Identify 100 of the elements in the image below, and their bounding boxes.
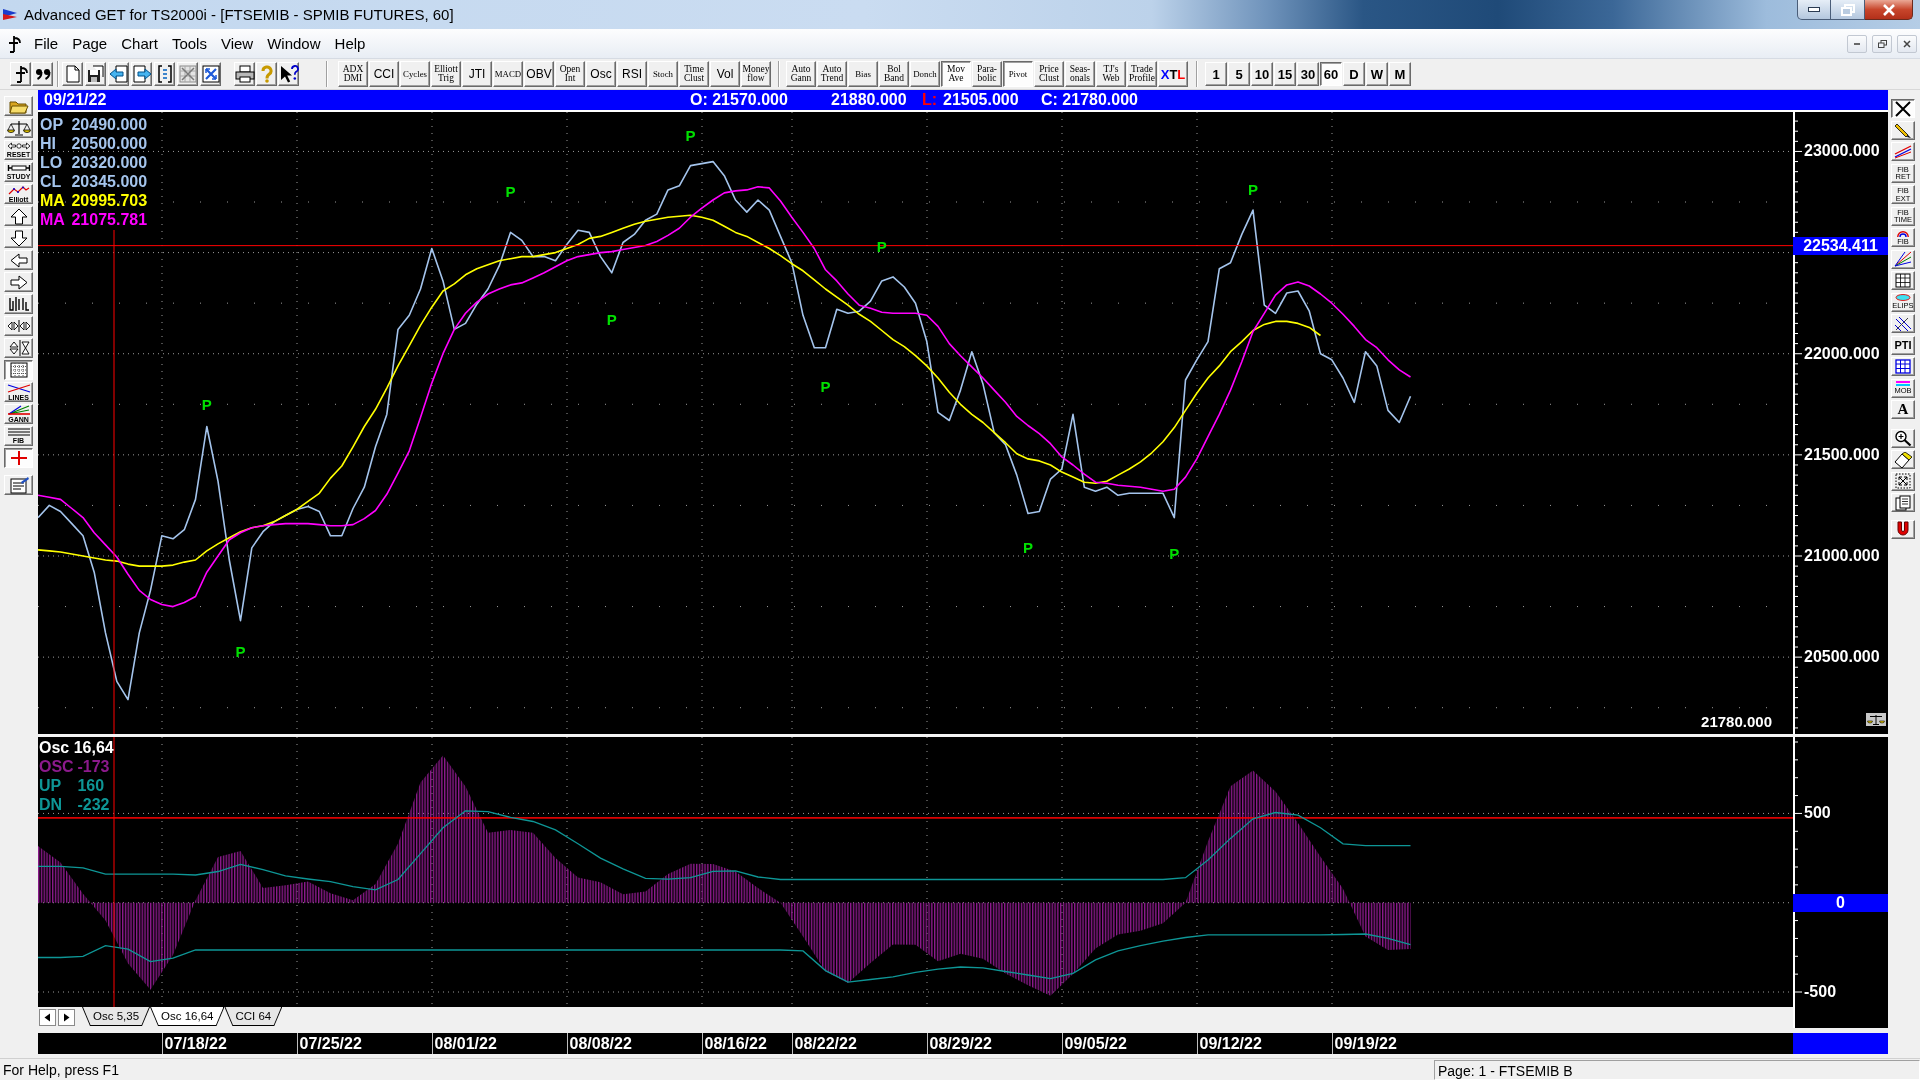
- indicator-button[interactable]: JTI: [462, 61, 492, 87]
- context-help-icon: [278, 65, 299, 83]
- tab[interactable]: Osc 16,64: [150, 1007, 225, 1026]
- legend-reading: MA 20995.703: [40, 191, 148, 210]
- maximize-button[interactable]: [1831, 0, 1865, 20]
- overlay-button[interactable]: Trade Profile: [1127, 61, 1157, 87]
- left-triangle-icon: [44, 1013, 51, 1022]
- horizontal-lines-icon: [6, 428, 31, 436]
- menu-item[interactable]: File: [27, 35, 66, 52]
- timeframe-button[interactable]: 5: [1228, 62, 1250, 86]
- scroll-left-button[interactable]: [39, 1009, 56, 1026]
- overlay-button[interactable]: Seas- onals: [1065, 61, 1095, 87]
- menu-item[interactable]: Tools: [164, 35, 214, 52]
- indicator-button[interactable]: OBV: [524, 61, 554, 87]
- last-price-value: 21780.000: [1701, 713, 1772, 731]
- toolbar-button[interactable]: [108, 62, 129, 86]
- legend-reading: LO 20320.000: [40, 153, 148, 172]
- high-price: 21880.000: [831, 90, 908, 110]
- timeframe-button[interactable]: M: [1389, 62, 1411, 86]
- overlay-button[interactable]: Pivot: [1003, 61, 1033, 87]
- restore-button[interactable]: [1872, 34, 1892, 53]
- timeframe-button[interactable]: 30: [1297, 62, 1319, 86]
- overlay-button[interactable]: Auto Trend: [817, 61, 847, 87]
- magnet-icon: [1895, 520, 1911, 538]
- timeframe-button[interactable]: W: [1366, 62, 1388, 86]
- minimize-button[interactable]: [1797, 0, 1831, 20]
- overlay-button[interactable]: Auto Gann: [786, 61, 816, 87]
- page-bracket-icon: [156, 65, 173, 83]
- indicator-button[interactable]: Vol: [710, 61, 740, 87]
- menu-item[interactable]: Help: [327, 35, 373, 52]
- indicator-button[interactable]: MACD: [493, 61, 523, 87]
- toolbar-button[interactable]: [154, 62, 175, 86]
- indicator-button[interactable]: Stoch: [648, 61, 678, 87]
- overlay-button[interactable]: Donch: [910, 61, 940, 87]
- menu-item[interactable]: View: [213, 35, 261, 52]
- scroll-right-button[interactable]: [58, 1009, 75, 1026]
- close-icon: [1881, 3, 1896, 16]
- legend-reading: OP 20490.000: [40, 115, 148, 134]
- indicator-button[interactable]: CCI: [369, 61, 399, 87]
- oscillator-reading: OSC -173: [39, 757, 110, 776]
- indicator-button[interactable]: Osc: [586, 61, 616, 87]
- tool-button[interactable]: [4, 360, 33, 380]
- date-label: 08/22/22: [791, 1033, 860, 1054]
- menu-item[interactable]: Window: [260, 35, 328, 52]
- color-bars-icon: [1896, 381, 1910, 386]
- overlay-button[interactable]: Bias: [848, 61, 878, 87]
- indicator-button[interactable]: Cycles: [400, 61, 430, 87]
- arc-icon: [1896, 229, 1910, 237]
- tab[interactable]: Osc 5,35: [82, 1007, 151, 1026]
- restore-icon: [1877, 39, 1887, 48]
- pages-icon: [1895, 494, 1911, 511]
- status-panel: Page: 1 - FTSEMIB B: [1434, 1059, 1920, 1080]
- document-icon: [65, 65, 80, 83]
- timeframe-button[interactable]: 15: [1274, 62, 1296, 86]
- timeframe-button[interactable]: 10: [1251, 62, 1273, 86]
- tool-button[interactable]: [1891, 99, 1915, 118]
- overlay-button[interactable]: Para- bolic: [972, 61, 1002, 87]
- pivot-label: P: [685, 126, 696, 144]
- legend-reading: MA 21075.781: [40, 210, 148, 229]
- indicator-button[interactable]: ADX DMI: [338, 61, 368, 87]
- left-arrow-icon: [9, 252, 28, 268]
- restore-icon: [1840, 3, 1855, 16]
- tab[interactable]: CCI 64: [224, 1007, 283, 1026]
- toolbar-button[interactable]: [200, 62, 221, 86]
- timeframe-button[interactable]: 60: [1320, 62, 1342, 86]
- toolbar-button[interactable]: [32, 62, 53, 86]
- toolbar-button[interactable]: [10, 62, 31, 86]
- overlay-button[interactable]: Bol Band: [879, 61, 909, 87]
- cross-icon: [1894, 100, 1912, 117]
- tool-button[interactable]: A: [1891, 400, 1915, 419]
- axis-label: 21500.000: [1804, 444, 1880, 465]
- folder-icon: [8, 98, 29, 114]
- hatch-lines-icon: [1894, 315, 1912, 332]
- indicator-button[interactable]: Money flow: [741, 61, 771, 87]
- tool-button[interactable]: PTI: [1891, 335, 1915, 355]
- overlay-button[interactable]: Mov Ave: [941, 61, 971, 87]
- toolbar-button[interactable]: [278, 62, 299, 86]
- dotted-arrows-icon: [1895, 473, 1911, 489]
- right-triangle-icon: [63, 1013, 70, 1022]
- indicator-button[interactable]: Time Clust: [679, 61, 709, 87]
- menu-item[interactable]: Page: [65, 35, 115, 52]
- indicator-button[interactable]: Elliott Trig: [431, 61, 461, 87]
- axis-label: 23000.000: [1804, 141, 1880, 162]
- overlay-button[interactable]: TJ's Web: [1096, 61, 1126, 87]
- double-arrow-icon: [6, 142, 31, 150]
- up-arrow-icon: [9, 207, 28, 225]
- close-button[interactable]: [1865, 0, 1913, 20]
- toolbar-button[interactable]: [85, 62, 106, 86]
- timeframe-button[interactable]: D: [1343, 62, 1365, 86]
- indicator-button[interactable]: RSI: [617, 61, 647, 87]
- legend-reading: CL 20345.000: [40, 172, 148, 191]
- overlay-button[interactable]: Price Clust: [1034, 61, 1064, 87]
- triangle-arrows-icon: [6, 320, 31, 332]
- axis-label: 22000.000: [1804, 343, 1880, 364]
- pencil-icon: [1894, 122, 1912, 138]
- indicator-button[interactable]: Open Int: [555, 61, 585, 87]
- toolbar-button[interactable]: [234, 62, 255, 86]
- menu-item[interactable]: Chart: [114, 35, 165, 52]
- overlay-button[interactable]: XTL: [1158, 61, 1188, 87]
- timeframe-button[interactable]: 1: [1205, 62, 1227, 86]
